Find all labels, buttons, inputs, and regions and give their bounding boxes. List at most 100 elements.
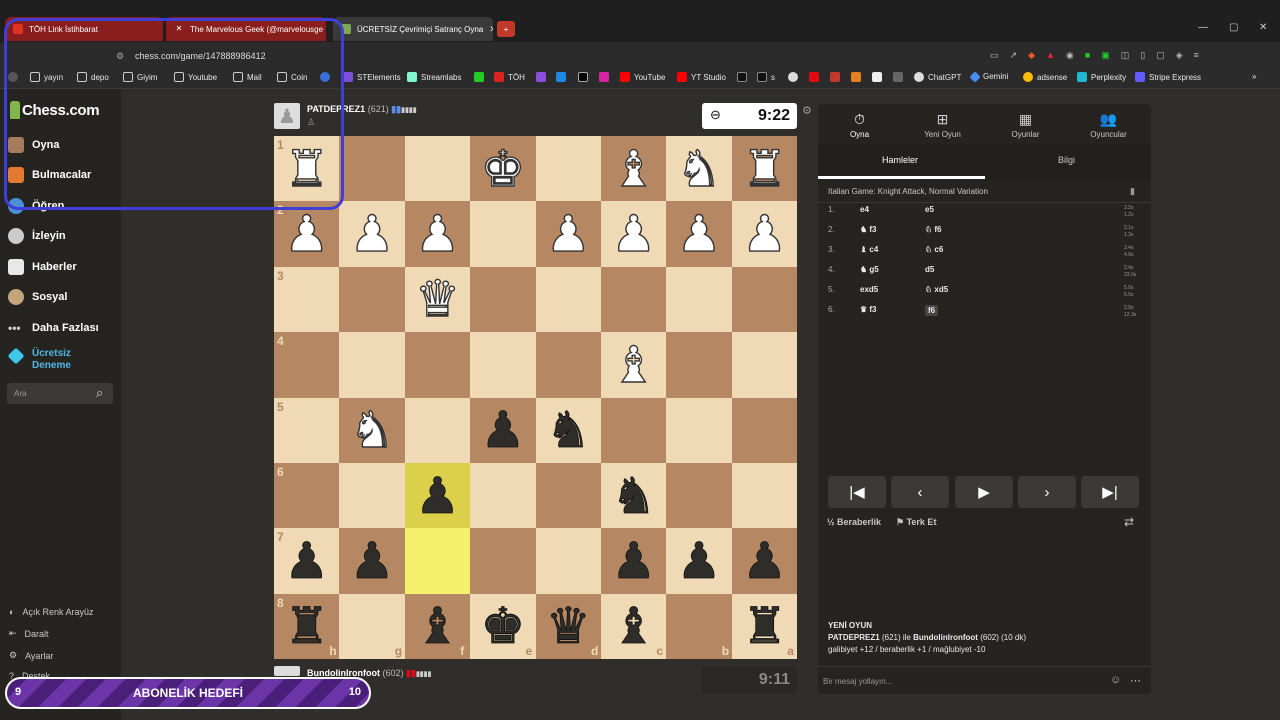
square-a3[interactable] [731,266,798,333]
bookmark-orange-icon[interactable] [851,72,861,82]
black-pawn-icon[interactable]: ♟ [470,398,535,463]
white-pawn-icon[interactable]: ♟ [536,201,601,266]
extension-icon[interactable]: ▣ [1101,50,1110,62]
brave-icon[interactable]: ◆ [1028,50,1035,62]
sidebar-item-watch[interactable]: İzleyin [8,228,66,244]
square-g6[interactable] [339,463,405,529]
black-rook-icon[interactable]: ♜ [274,594,339,659]
bookmark-link[interactable]: Stripe Express [1135,72,1201,82]
black-pawn-icon[interactable]: ♟ [274,528,339,593]
square-b3[interactable] [666,266,732,333]
emoji-icon[interactable]: ☺ [1110,674,1121,686]
white-bishop-icon[interactable]: ♝ [601,136,666,201]
tab-chess[interactable]: ÜCRETSİZ Çevrimiçi Satranç Oyna ✕ [333,17,493,41]
square-e4[interactable] [470,332,536,398]
square-g3[interactable] [339,266,405,333]
white-king-icon[interactable]: ♚ [470,136,535,201]
bookmark-link[interactable]: Gemini [969,70,1008,83]
square-c3[interactable] [601,266,667,333]
bookmark-link[interactable]: Streamlabs [407,72,461,82]
square-a5[interactable] [731,397,798,463]
tab-players[interactable]: 👥 Oyuncular [1067,104,1150,144]
bookmark-tiktok-icon[interactable] [737,72,747,82]
bottom-player-avatar[interactable] [274,666,300,676]
square-f7[interactable] [404,528,471,594]
black-knight-icon[interactable]: ♞ [536,398,601,463]
white-knight-icon[interactable]: ♞ [339,398,404,463]
black-rook-icon[interactable]: ♜ [732,594,797,659]
square-a6[interactable] [731,463,798,529]
black-pawn-icon[interactable]: ♟ [405,463,470,528]
sidebar-item-news[interactable]: Haberler [8,259,77,275]
triangle-icon[interactable]: ▲ [1046,50,1055,62]
white-move[interactable]: ♞ f3 [860,225,877,234]
bookmark-x-icon[interactable] [578,72,588,82]
bookmark-link[interactable]: Perplexity [1077,72,1126,82]
square-e7[interactable] [470,528,536,594]
close-icon[interactable]: ✕ [489,24,493,35]
square-e2[interactable] [470,201,536,267]
play-button[interactable]: ▶ [955,476,1013,508]
white-pawn-icon[interactable]: ♟ [274,201,339,266]
sidebar-item-trial[interactable]: Ücretsiz Deneme [7,347,82,372]
chessboard[interactable]: 1 2 3 4 5 6 7 8 h g f e d c b a ♜ ♚ ♝ ♞ ♜ ♟ ♟ ♟ ♟ ♟ ♟ ♟ ♛ ♝ ♞ ♟ ♞ ♟ ♞ ♟ ♟ ♟ ♟ ♟… [274,136,798,660]
black-pawn-icon[interactable]: ♟ [601,528,666,593]
bookmark-netflix-icon[interactable] [809,72,819,82]
black-pawn-icon[interactable]: ♟ [339,528,404,593]
board-settings-icon[interactable]: ⚙ [802,104,812,117]
bookmark-link[interactable]: adsense [1023,72,1067,82]
bookmark-red-icon[interactable] [830,72,840,82]
sidebar-item-social[interactable]: Sosyal [8,289,67,305]
bookmark-link[interactable]: STElements [343,72,401,82]
black-king-icon[interactable]: ♚ [470,594,535,659]
white-move[interactable]: e4 [860,205,869,214]
shield-icon[interactable]: ◈ [1176,50,1183,62]
black-move[interactable]: e5 [925,205,934,214]
white-queen-icon[interactable]: ♛ [405,267,470,332]
white-move[interactable]: ♞ g5 [860,265,879,274]
tab-info[interactable]: Bilgi [1058,155,1075,165]
black-bishop-icon[interactable]: ♝ [405,594,470,659]
black-pawn-icon[interactable]: ♟ [732,528,797,593]
white-bishop-icon[interactable]: ♝ [601,332,666,397]
minimize-icon[interactable]: — [1198,22,1208,33]
square-g1[interactable] [339,136,405,202]
white-move[interactable]: ♝ c4 [860,245,878,254]
menu-icon[interactable]: ≡ [1194,50,1199,62]
window-close-icon[interactable]: ✕ [1259,22,1267,33]
search-icon[interactable]: ⌕ [96,385,103,401]
white-pawn-icon[interactable]: ♟ [666,201,731,266]
draw-button[interactable]: ½ Beraberlik [827,517,881,527]
more-icon[interactable]: ⋯ [1130,674,1141,687]
tab-moves[interactable]: Hamleler [882,155,918,165]
square-b5[interactable] [666,397,732,463]
black-queen-icon[interactable]: ♛ [536,594,601,659]
extension-icon[interactable]: ◫ [1121,50,1130,62]
white-pawn-icon[interactable]: ♟ [601,201,666,266]
square-b4[interactable] [666,332,732,398]
square-c5[interactable] [601,397,667,463]
resign-button[interactable]: ⚑ Terk Et [896,517,936,528]
sidebar-icon[interactable]: ▯ [1140,50,1145,62]
prev-move-button[interactable]: ‹ [891,476,949,508]
white-pawn-icon[interactable]: ♟ [339,201,404,266]
square-f1[interactable] [404,136,471,202]
tab-games[interactable]: ▦ Oyunlar [984,104,1067,144]
cast-icon[interactable]: ▭ [990,50,999,62]
flip-board-icon[interactable]: ⇄ [1124,515,1134,529]
square-d4[interactable] [535,332,601,398]
extension-icon[interactable]: ■ [1085,50,1090,62]
black-move[interactable]: d5 [925,265,934,274]
tab-play[interactable]: ⏱ Oyna [818,104,901,144]
chat-input[interactable]: Bir mesaj yollayın... ☺ ⋯ [818,666,1151,694]
black-pawn-icon[interactable]: ♟ [666,528,731,593]
sidebar-item-more[interactable]: ••• Daha Fazlası [8,320,99,336]
bookmark-link[interactable]: TÖH [494,72,525,82]
new-tab-button[interactable]: + [497,21,515,37]
bookmark-link[interactable]: YouTube [620,72,665,82]
more-bookmarks-icon[interactable]: » [1252,72,1256,81]
square-g4[interactable] [339,332,405,398]
share-icon[interactable]: ↗ [1010,50,1018,62]
search-input[interactable]: Ara ⌕ [7,383,113,404]
last-move-button[interactable]: ▶| [1081,476,1139,508]
